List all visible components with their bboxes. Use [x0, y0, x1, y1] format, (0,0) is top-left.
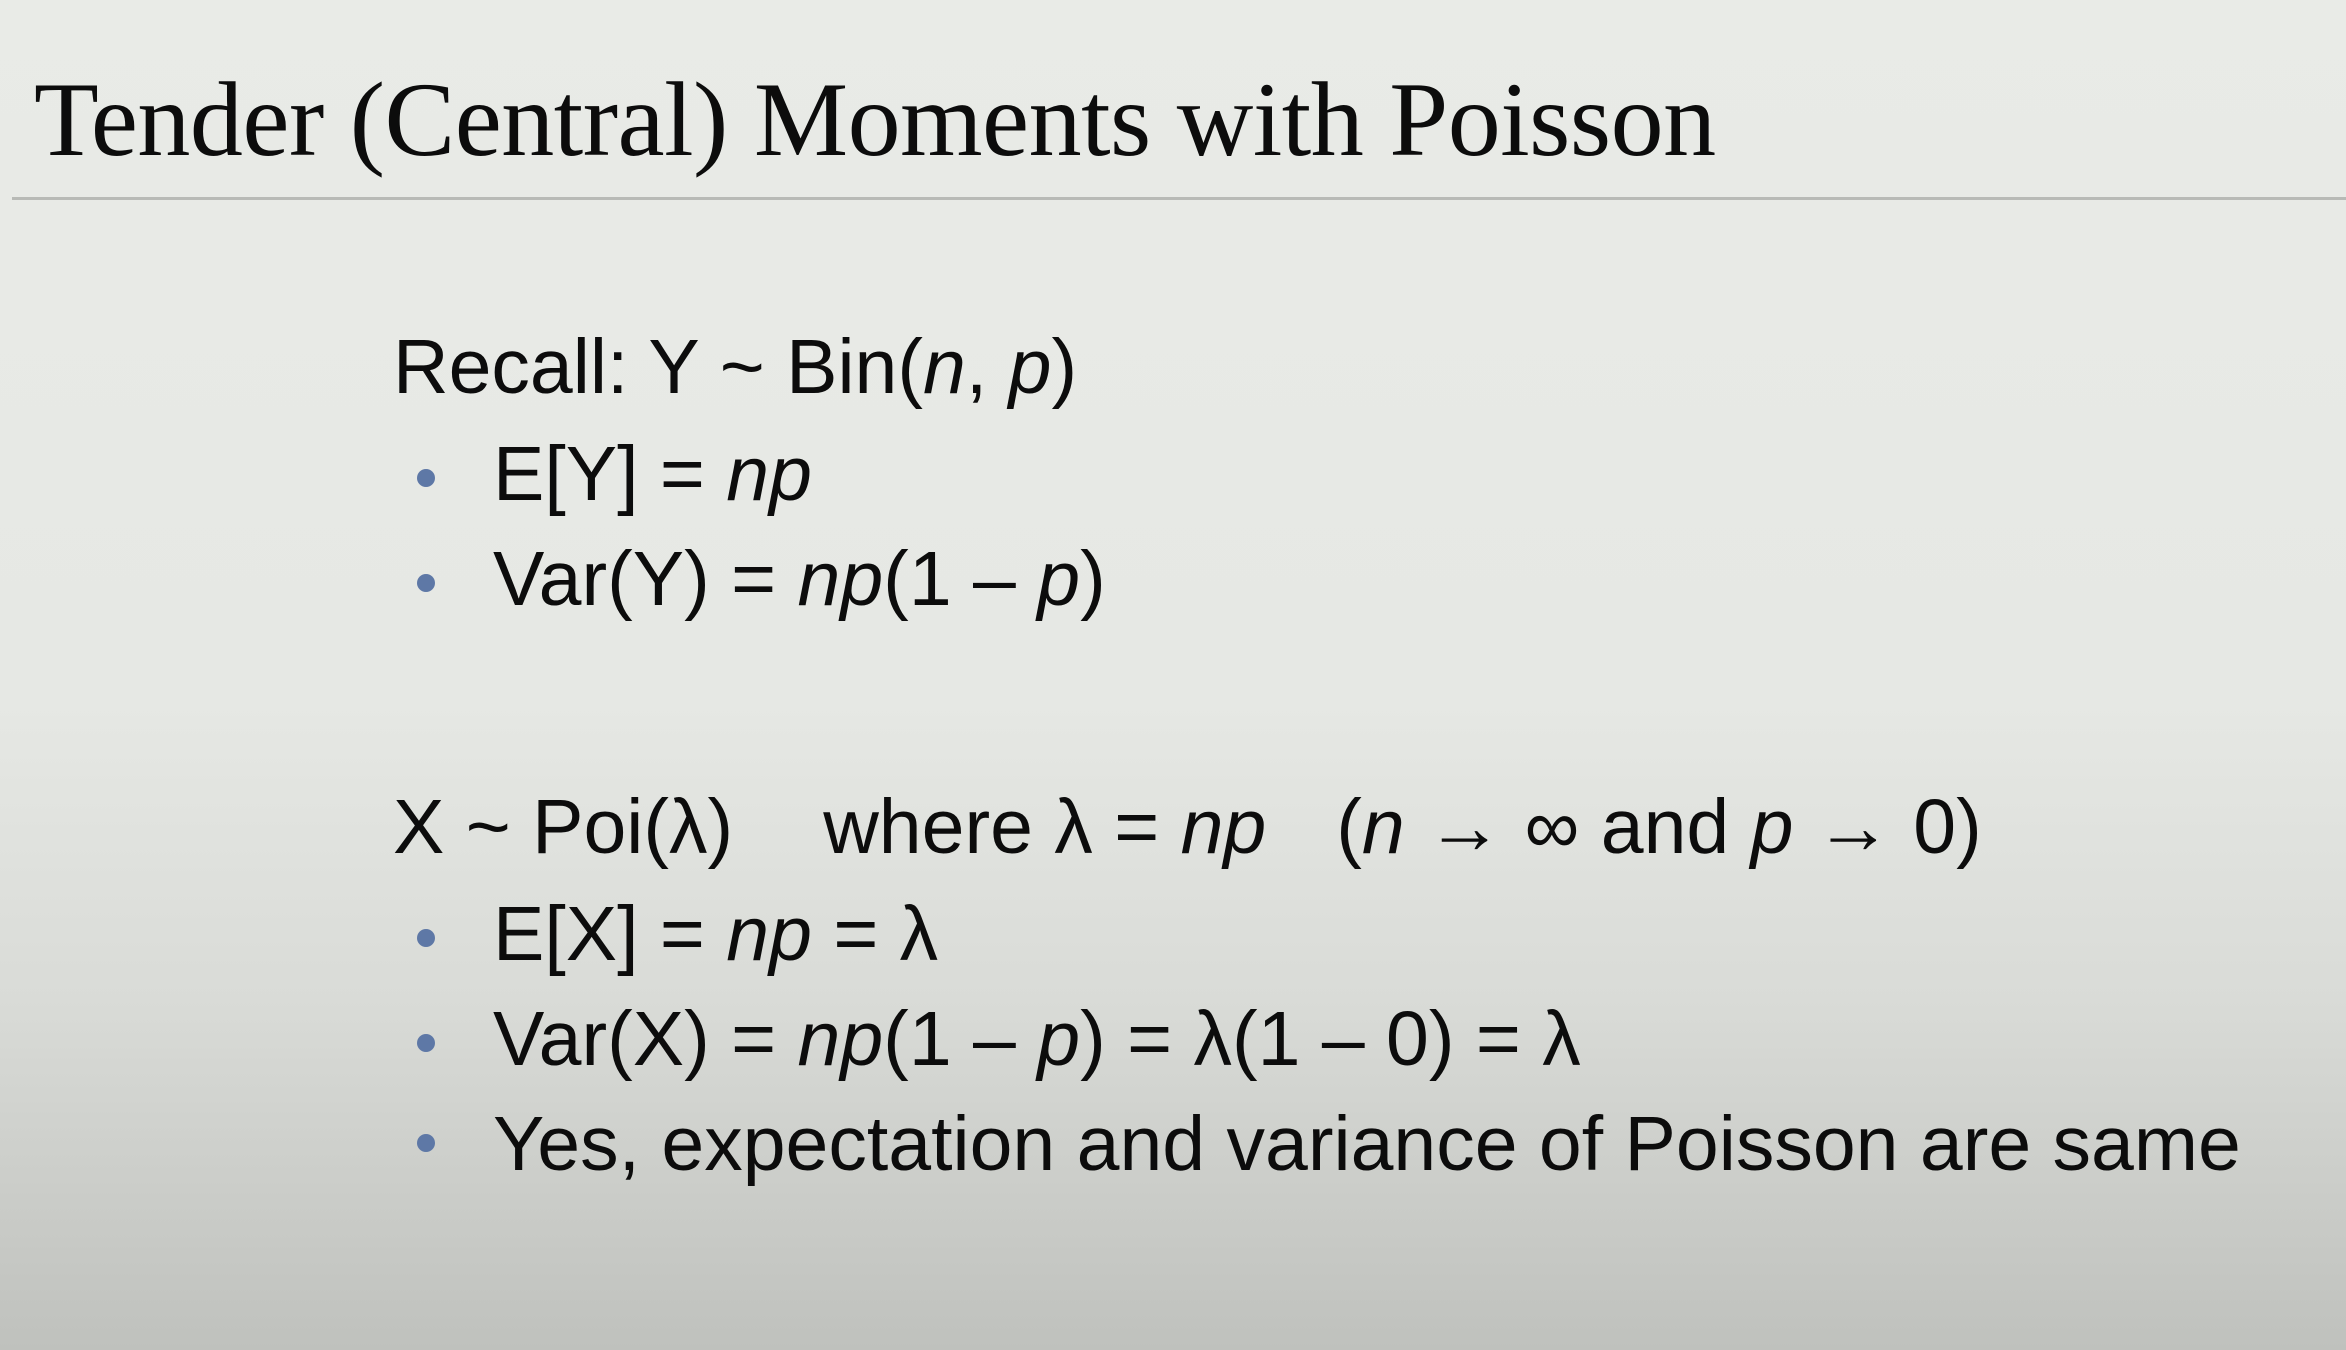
poisson-heading: X ~ Poi(λ) where λ = np (n → ∞ and p → 0) [393, 772, 2293, 882]
binomial-expectation-lhs: E[Y] = [493, 431, 727, 517]
bullet-icon [417, 1134, 435, 1152]
poisson-expectation-np: np [726, 891, 812, 977]
poisson-heading-cond-end: → 0) [1793, 784, 1982, 870]
binomial-expectation-item: E[Y] = np [393, 422, 2293, 527]
binomial-heading-suffix: ) [1051, 324, 1078, 410]
binomial-variance-p: p [1037, 536, 1081, 622]
binomial-heading-sep: , [965, 324, 1009, 410]
bullet-icon [417, 929, 435, 947]
poisson-expectation-rhs: = λ [811, 891, 939, 977]
binomial-variance-item: Var(Y) = np(1 – p) [393, 527, 2293, 632]
binomial-heading: Recall: Y ~ Bin(n, p) [393, 312, 2293, 422]
poisson-conclusion-item: Yes, expectation and variance of Poisson… [393, 1092, 2343, 1202]
poisson-heading-cond-open: ( [1336, 784, 1362, 870]
bullet-icon [417, 469, 435, 487]
binomial-heading-p: p [1008, 324, 1052, 410]
poisson-variance-rhs: ) = λ(1 – 0) = λ [1080, 996, 1581, 1082]
binomial-variance-mid: (1 – [883, 536, 1038, 622]
poisson-expectation-lhs: E[X] = [493, 891, 727, 977]
slide-title: Tender (Central) Moments with Poisson [34, 61, 1716, 178]
binomial-bullet-list: E[Y] = np Var(Y) = np(1 – p) [393, 422, 2293, 632]
poisson-conclusion-text: Yes, expectation and variance of Poisson… [493, 1101, 2241, 1187]
poisson-variance-mid: (1 – [883, 996, 1038, 1082]
poisson-heading-cond-p: p [1750, 784, 1794, 870]
binomial-variance-np: np [797, 536, 884, 622]
binomial-expectation-rhs: np [726, 431, 812, 517]
poisson-heading-cond-n: n [1361, 784, 1405, 870]
poisson-heading-where: where λ = [823, 784, 1181, 870]
binomial-variance-end: ) [1080, 536, 1106, 622]
poisson-variance-p: p [1037, 996, 1081, 1082]
binomial-heading-prefix: Recall: Y ~ Bin( [393, 324, 924, 410]
poisson-heading-np: np [1180, 784, 1267, 870]
bullet-icon [417, 574, 435, 592]
slide-content: Recall: Y ~ Bin(n, p) E[Y] = np Var(Y) =… [393, 312, 2293, 1202]
poisson-heading-main: X ~ Poi(λ) [393, 784, 734, 870]
poisson-variance-item: Var(X) = np(1 – p) = λ(1 – 0) = λ [393, 987, 2293, 1092]
binomial-variance-lhs: Var(Y) = [493, 536, 798, 622]
poisson-bullet-list: E[X] = np = λ Var(X) = np(1 – p) = λ(1 –… [393, 882, 2293, 1202]
bullet-icon [417, 1034, 435, 1052]
poisson-heading-cond-mid: → ∞ and [1404, 784, 1751, 870]
binomial-heading-n: n [923, 324, 966, 410]
title-divider [12, 197, 2346, 200]
poisson-expectation-item: E[X] = np = λ [393, 882, 2293, 987]
poisson-variance-np: np [797, 996, 884, 1082]
poisson-variance-lhs: Var(X) = [493, 996, 798, 1082]
